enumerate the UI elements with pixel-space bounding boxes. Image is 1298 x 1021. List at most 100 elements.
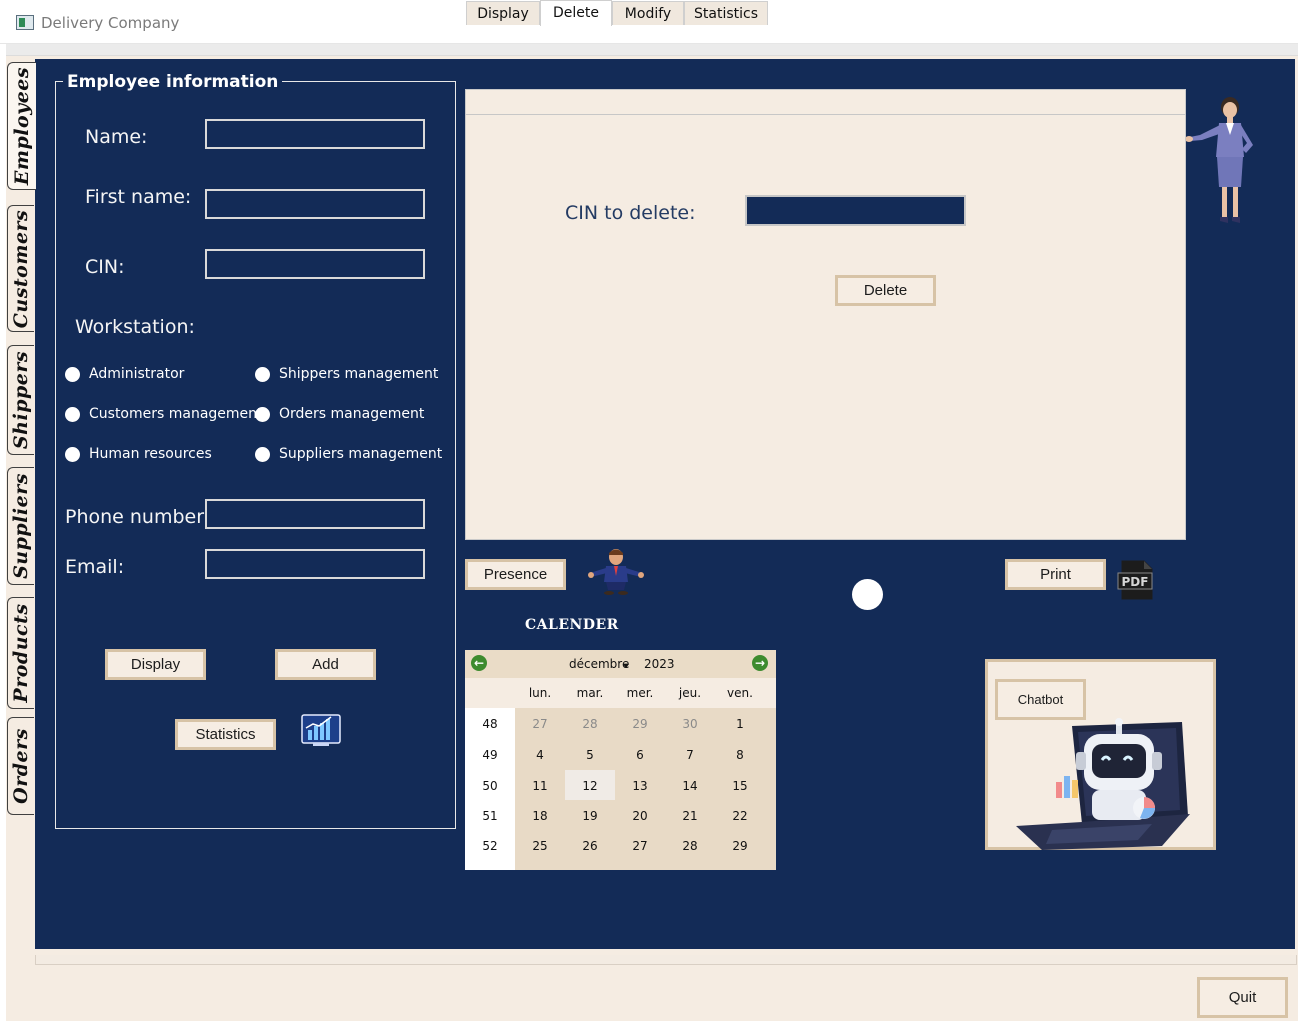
day-header: jeu.: [678, 686, 702, 700]
calendar-day[interactable]: 28: [565, 717, 615, 731]
calendar-day[interactable]: 18: [515, 809, 565, 823]
day-header: lun.: [528, 686, 552, 700]
tab-employees-label: Employees: [11, 66, 33, 186]
calendar-prev-arrow-icon[interactable]: ←: [471, 655, 487, 671]
print-button[interactable]: Print: [1005, 559, 1106, 590]
chatbot-button[interactable]: Chatbot: [995, 679, 1086, 720]
calendar-title: CALENDER: [525, 617, 619, 633]
month-dropdown-icon[interactable]: [623, 664, 629, 668]
tab-orders[interactable]: Orders: [7, 717, 34, 815]
calendar-day[interactable]: 29: [615, 717, 665, 731]
calendar-day[interactable]: 13: [615, 779, 665, 793]
calendar-day[interactable]: 27: [515, 717, 565, 731]
radio-label: Human resources: [89, 446, 212, 462]
chatbot-robot-laptop-icon: [1016, 718, 1190, 850]
calendar-day[interactable]: 1: [715, 717, 765, 731]
week-number: 52: [482, 839, 498, 853]
calendar-day[interactable]: 25: [515, 839, 565, 853]
calendar-day[interactable]: 26: [565, 839, 615, 853]
calendar-day[interactable]: 19: [565, 809, 615, 823]
week-number: 49: [482, 748, 498, 762]
radio-dot[interactable]: [65, 446, 80, 462]
calendar-day[interactable]: 11: [515, 779, 565, 793]
calendar-day[interactable]: 27: [615, 839, 665, 853]
statistics-button[interactable]: Statistics: [175, 719, 276, 750]
radio-shippers-management[interactable]: Shippers management: [255, 366, 438, 382]
name-input[interactable]: [205, 119, 425, 149]
email-input[interactable]: [205, 549, 425, 579]
day-header: mer.: [626, 686, 654, 700]
day-header: ven.: [727, 686, 753, 700]
cin-delete-label: CIN to delete:: [565, 202, 696, 224]
delete-button[interactable]: Delete: [835, 275, 936, 306]
calendar-day[interactable]: 7: [665, 748, 715, 762]
tab-products[interactable]: Products: [7, 597, 34, 709]
radio-label: Suppliers management: [279, 446, 443, 462]
tab-customers[interactable]: Customers: [7, 205, 34, 332]
tab-suppliers[interactable]: Suppliers: [7, 467, 34, 585]
tab-employees[interactable]: Employees: [7, 62, 36, 190]
calendar-next-arrow-icon[interactable]: →: [752, 655, 768, 671]
cin-label: CIN:: [85, 256, 125, 278]
calendar-day[interactable]: 5: [565, 748, 615, 762]
radio-dot[interactable]: [65, 406, 80, 422]
first-name-input[interactable]: [205, 189, 425, 219]
tab-shippers[interactable]: Shippers: [7, 345, 34, 455]
radio-label: Shippers management: [279, 366, 439, 382]
tab-shippers-label: Shippers: [10, 350, 32, 450]
calendar-day[interactable]: 30: [665, 717, 715, 731]
tab-display[interactable]: Display: [466, 1, 540, 25]
radio-label: Orders management: [279, 406, 425, 422]
pdf-icon: PDF: [1117, 560, 1153, 600]
radio-dot[interactable]: [255, 446, 270, 462]
radio-dot[interactable]: [255, 406, 270, 422]
phone-label: Phone number:: [65, 506, 211, 528]
radio-suppliers-management[interactable]: Suppliers management: [255, 446, 442, 462]
calendar-day[interactable]: 15: [715, 779, 765, 793]
cin-delete-input[interactable]: [745, 195, 966, 226]
radio-dot[interactable]: [65, 366, 80, 382]
app-icon: [16, 15, 34, 30]
calendar-year[interactable]: 2023: [644, 657, 675, 671]
first-name-label: First name:: [85, 186, 192, 208]
cin-input[interactable]: [205, 249, 425, 279]
calendar-day[interactable]: 20: [615, 809, 665, 823]
calendar-day[interactable]: 22: [715, 809, 765, 823]
calendar-day[interactable]: 29: [715, 839, 765, 853]
quit-button[interactable]: Quit: [1197, 977, 1288, 1018]
calendar-day[interactable]: 4: [515, 748, 565, 762]
display-button[interactable]: Display: [105, 649, 206, 680]
email-label: Email:: [65, 556, 125, 578]
calendar-day[interactable]: 6: [615, 748, 665, 762]
tab-statistics[interactable]: Statistics: [684, 1, 768, 25]
calendar-month[interactable]: décembre: [569, 657, 629, 671]
menu-strip: [6, 44, 1298, 56]
presence-button[interactable]: Presence: [465, 559, 566, 590]
calendar-day[interactable]: 8: [715, 748, 765, 762]
assistant-woman-figure: [1186, 97, 1253, 223]
tab-panel: [465, 89, 1186, 540]
radio-orders-management[interactable]: Orders management: [255, 406, 424, 422]
tab-bar: [466, 90, 1186, 115]
radio-administrator[interactable]: Administrator: [65, 366, 184, 382]
week-number: 51: [482, 809, 498, 823]
radio-label: Customers management: [89, 406, 263, 422]
radio-human-resources[interactable]: Human resources: [65, 446, 212, 462]
businessman-figure: [588, 549, 644, 595]
calendar-day[interactable]: 28: [665, 839, 715, 853]
calendar-day[interactable]: 21: [665, 809, 715, 823]
radio-label: Administrator: [89, 366, 185, 382]
calendar-day[interactable]: 14: [665, 779, 715, 793]
day-header: mar.: [576, 686, 604, 700]
calendar-day-selected[interactable]: 12: [565, 779, 615, 793]
tab-modify[interactable]: Modify: [612, 1, 684, 25]
tab-suppliers-label: Suppliers: [10, 473, 32, 579]
tab-delete[interactable]: Delete: [540, 0, 612, 26]
phone-input[interactable]: [205, 499, 425, 529]
workstation-label: Workstation:: [75, 316, 195, 338]
statistics-chart-icon: [301, 714, 341, 746]
radio-dot[interactable]: [255, 366, 270, 382]
radio-customers-management[interactable]: Customers management: [65, 406, 263, 422]
tab-products-label: Products: [10, 603, 32, 703]
add-button[interactable]: Add: [275, 649, 376, 680]
